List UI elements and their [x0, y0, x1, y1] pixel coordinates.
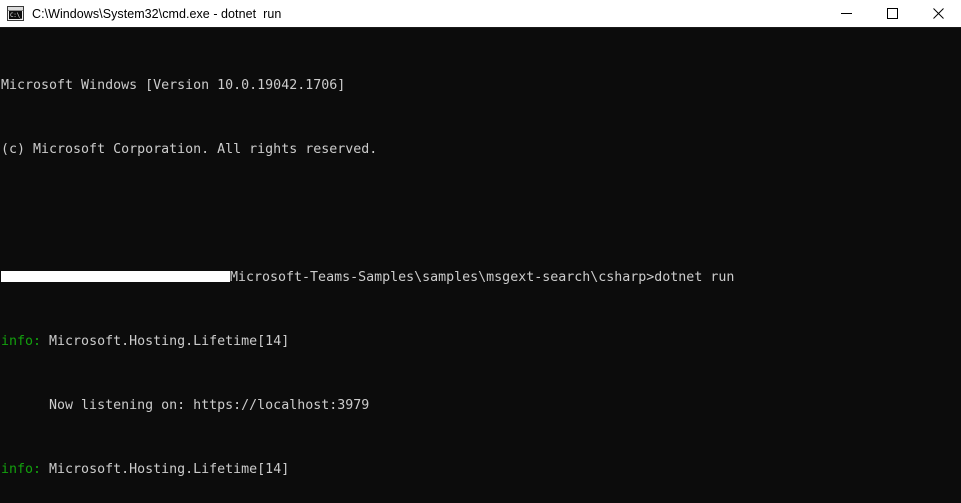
console-text: Now listening on: https://localhost:3979 [1, 398, 370, 413]
log-level-info: info: [1, 334, 42, 349]
log-level-info: info: [1, 462, 42, 477]
console-prompt-text: Microsoft-Teams-Samples\samples\msgext-s… [230, 270, 735, 285]
maximize-button[interactable] [869, 0, 915, 27]
icon-screen-glyph: C:\_ [9, 11, 24, 19]
minimize-icon [840, 13, 852, 14]
cmd-window: C:\_ C:\Windows\System32\cmd.exe - dotne… [0, 0, 961, 503]
console-text: Microsoft.Hosting.Lifetime[14] [41, 334, 290, 349]
close-icon [932, 8, 944, 19]
minimize-button[interactable] [823, 0, 869, 27]
window-controls [823, 0, 961, 27]
console-line: (c) Microsoft Corporation. All rights re… [1, 142, 961, 158]
title-bar[interactable]: C:\_ C:\Windows\System32\cmd.exe - dotne… [0, 0, 961, 28]
console-text: Microsoft.Hosting.Lifetime[14] [41, 462, 290, 477]
console-text: Microsoft Windows [Version 10.0.19042.17… [1, 78, 346, 93]
console-line: Microsoft Windows [Version 10.0.19042.17… [1, 78, 961, 94]
cmd-console-icon: C:\_ [7, 6, 24, 21]
window-title: C:\Windows\System32\cmd.exe - dotnet run [32, 6, 282, 21]
console-prompt-line: Microsoft-Teams-Samples\samples\msgext-s… [1, 270, 961, 286]
console-output-area[interactable]: Microsoft Windows [Version 10.0.19042.17… [0, 28, 961, 503]
console-line: info: Microsoft.Hosting.Lifetime[14] [1, 462, 961, 478]
console-line: info: Microsoft.Hosting.Lifetime[14] [1, 334, 961, 350]
maximize-icon [886, 8, 898, 19]
console-text: (c) Microsoft Corporation. All rights re… [1, 142, 378, 157]
console-line: Now listening on: https://localhost:3979 [1, 398, 961, 414]
close-button[interactable] [915, 0, 961, 27]
redaction-bar-path [1, 271, 230, 282]
